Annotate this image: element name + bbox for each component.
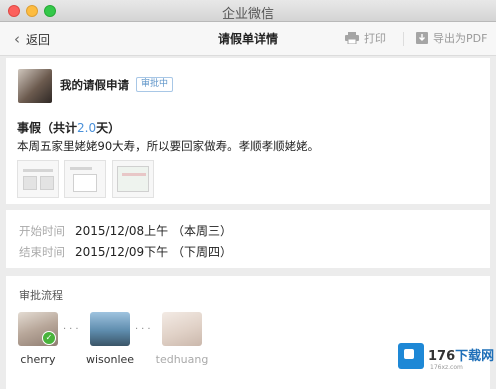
approver-name: cherry (20, 353, 56, 366)
leave-type-prefix: 事假（共计 (17, 121, 78, 135)
flow-connector: ··· (63, 324, 82, 335)
export-icon (416, 32, 428, 44)
avatar (18, 69, 52, 103)
watermark-suffix: 下载网 (455, 349, 495, 364)
start-time-value: 2015/12/08上午 （本周三） (75, 224, 232, 238)
site-watermark: 176下载网 176xz.com (398, 341, 494, 379)
toolbar-divider (403, 32, 404, 46)
request-title: 我的请假申请 (60, 78, 129, 92)
thumb-block (40, 176, 54, 190)
window-title: 企业微信 (221, 7, 274, 22)
status-badge: 审批中 (136, 77, 174, 92)
watermark-number: 176 (428, 349, 456, 364)
attachment-thumbnail[interactable] (64, 160, 106, 198)
thumb-block (117, 166, 149, 192)
attachment-thumbnail[interactable] (112, 160, 154, 198)
thumb-line (70, 167, 92, 170)
end-time-value: 2015/12/09下午 （下周四） (75, 245, 232, 259)
watermark-url: 176xz.com (430, 364, 463, 371)
attachment-thumbnail[interactable] (17, 160, 59, 198)
approver-avatar[interactable] (90, 312, 130, 346)
export-pdf-button[interactable]: 导出为PDF (416, 30, 487, 46)
leave-type-suffix: 天） (96, 121, 121, 135)
print-label: 打印 (364, 32, 386, 45)
flow-connector: ··· (135, 324, 154, 335)
leave-reason: 本周五家里姥姥90大寿，所以要回家做寿。孝顺孝顺姥姥。 (17, 139, 320, 153)
start-time-label: 开始时间 (19, 224, 65, 238)
thumb-block (23, 176, 37, 190)
approval-flow-title: 审批流程 (19, 289, 63, 302)
approver-avatar[interactable] (162, 312, 202, 346)
toolbar: ‹ 返回 请假单详情 打印 导出为PDF (0, 22, 496, 56)
start-time-row: 开始时间 2015/12/08上午 （本周三） (19, 222, 232, 239)
end-time-row: 结束时间 2015/12/09下午 （下周四） (19, 243, 232, 260)
thumb-block (73, 174, 97, 192)
watermark-brand: 176下载网 (428, 345, 494, 364)
request-card: 我的请假申请 审批中 事假（共计2.0天） 本周五家里姥姥90大寿，所以要回家做… (6, 58, 490, 204)
leave-days: 2.0 (77, 121, 97, 135)
print-button[interactable]: 打印 (345, 30, 386, 46)
window-title-bar: 企业微信 (0, 0, 496, 22)
printer-icon (345, 32, 359, 44)
approver-name: wisonlee (85, 353, 135, 366)
leave-type: 事假（共计2.0天） (17, 119, 120, 136)
time-card: 开始时间 2015/12/08上午 （本周三） 结束时间 2015/12/09下午 … (6, 210, 490, 268)
watermark-logo-icon (398, 343, 424, 369)
approved-check-icon: ✓ (42, 331, 56, 345)
thumb-line (23, 169, 53, 172)
export-label: 导出为PDF (433, 32, 488, 45)
end-time-label: 结束时间 (19, 245, 65, 259)
thumb-line (122, 173, 146, 176)
approver-name: tedhuang (155, 353, 209, 366)
